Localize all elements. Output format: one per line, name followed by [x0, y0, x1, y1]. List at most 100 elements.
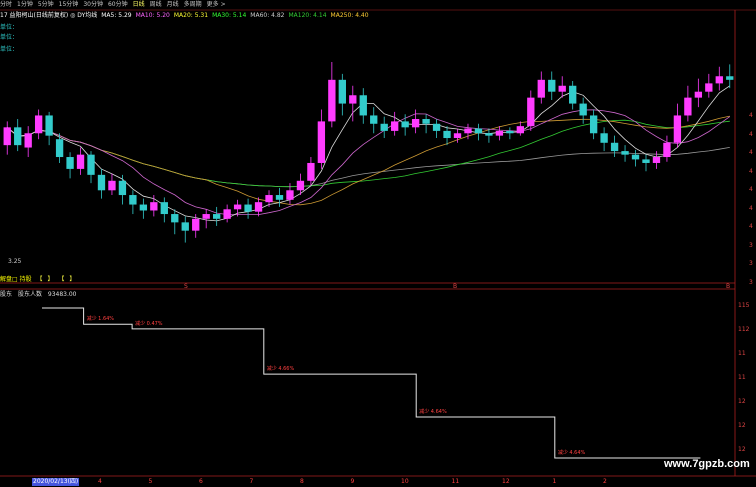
candle-body: [171, 214, 179, 223]
y-axis-label-7: 3: [749, 241, 753, 249]
candle-body: [380, 123, 388, 131]
candle-body: [485, 133, 493, 136]
shareholder-step-line: [42, 307, 701, 459]
candle-body: [244, 204, 252, 212]
step-annotation-4: 减少 4.64%: [557, 450, 586, 456]
y-axis-label-2: 4: [749, 149, 753, 156]
x-axis-label-5: 8: [300, 478, 304, 485]
ma10-line: [6, 109, 731, 216]
candle-body: [338, 79, 346, 104]
candle-body: [652, 157, 661, 163]
candle-body: [527, 97, 535, 127]
candle-body: [181, 222, 189, 231]
candle-body: [506, 130, 514, 134]
candle-body: [443, 130, 451, 139]
candle-body: [76, 154, 85, 169]
candle-body: [14, 127, 22, 146]
candle-body: [391, 121, 399, 131]
x-axis-label-10: 1: [552, 478, 557, 485]
candle-body: [233, 204, 242, 210]
candle-body: [401, 121, 409, 128]
indicator-title: 解盘□ 持股: [0, 276, 32, 283]
pane2-y-label-0: 115: [738, 302, 750, 309]
step-annotation-0: 减少 1.64%: [86, 316, 115, 323]
low-price-label: 3.25: [8, 258, 22, 265]
candle-body: [537, 79, 545, 98]
candle-body: [694, 91, 703, 98]
indicator-box[interactable]: 【: [37, 276, 43, 283]
candle-body: [275, 195, 284, 200]
marker-label-2: B: [726, 283, 731, 290]
candle-body: [726, 76, 734, 80]
pane2-y-label-5: 12: [738, 422, 746, 429]
candle-body: [621, 151, 629, 155]
indicator-box[interactable]: 】: [69, 276, 75, 283]
candle-body: [673, 115, 682, 143]
candle-body: [317, 121, 326, 163]
candle-body: [642, 159, 650, 163]
x-axis-label-4: 7: [249, 478, 254, 485]
y-axis-label-5: 4: [749, 204, 753, 212]
indicator-box[interactable]: 】: [47, 276, 53, 283]
candle-body: [55, 139, 64, 158]
candle-body: [464, 128, 472, 134]
marker-label-1: B: [453, 283, 458, 290]
step-annotation-1: 减少 0.47%: [135, 320, 163, 327]
candle-body: [474, 128, 483, 134]
candle-body: [663, 142, 671, 158]
stock-chart-canvas[interactable]: [0, 0, 756, 487]
pane2-y-label-3: 11: [738, 374, 746, 381]
candle-body: [715, 76, 723, 84]
candle-body: [411, 119, 420, 128]
x-axis-label-9: 12: [502, 478, 510, 485]
pane2-y-label-4: 12: [738, 398, 746, 405]
x-axis-label-11: 2: [603, 478, 607, 485]
indicator-header: 解盘□ 持股 【 】 【 】: [0, 276, 75, 284]
candle-body: [495, 130, 504, 136]
candle-body: [307, 162, 315, 181]
pane2-field: 股东人数: [17, 291, 42, 298]
candle-body: [705, 83, 713, 92]
y-axis-label-0: 4: [749, 112, 753, 119]
candle-body: [45, 115, 53, 136]
candle-body: [359, 95, 367, 116]
candle-body: [684, 97, 692, 116]
y-axis-label-3: 4: [749, 167, 753, 175]
candle-body: [589, 115, 598, 134]
pane2-title: 股东: [0, 291, 13, 298]
candle-body: [129, 195, 137, 205]
indicator-box[interactable]: 【: [58, 276, 64, 283]
shareholder-pane-header: 股东 股东人数 93483.00: [0, 291, 77, 299]
candle-body: [422, 119, 430, 124]
candle-body: [548, 79, 556, 92]
candle-body: [24, 133, 32, 148]
candle-body: [34, 115, 43, 134]
x-axis-label-2: 5: [148, 478, 153, 485]
candle-body: [516, 126, 525, 134]
candle-body: [223, 209, 231, 219]
y-axis-label-6: 4: [749, 223, 753, 230]
candle-body: [610, 142, 619, 152]
candle-body: [600, 133, 608, 143]
pane2-value: 93483.00: [47, 291, 77, 298]
candle-body: [453, 133, 462, 139]
candle-body: [192, 218, 200, 231]
x-axis-label-7: 10: [401, 478, 409, 485]
candle-body: [286, 190, 294, 200]
candle-body: [150, 202, 158, 211]
x-axis-label-1: 4: [98, 478, 102, 485]
pane2-y-label-1: 112: [738, 326, 750, 333]
candle-body: [139, 204, 148, 211]
step-annotation-3: 减少 4.64%: [419, 409, 447, 416]
candle-body: [3, 127, 11, 146]
candle-body: [328, 79, 336, 122]
candle-body: [349, 95, 357, 104]
candle-body: [254, 202, 263, 212]
candle-body: [118, 180, 127, 196]
watermark: www.7gpzb.com: [664, 458, 750, 470]
candle-body: [296, 180, 305, 191]
candle-body: [432, 123, 441, 131]
candle-body: [212, 214, 221, 219]
candle-body: [370, 115, 378, 124]
pane2-y-label-2: 11: [738, 350, 746, 357]
